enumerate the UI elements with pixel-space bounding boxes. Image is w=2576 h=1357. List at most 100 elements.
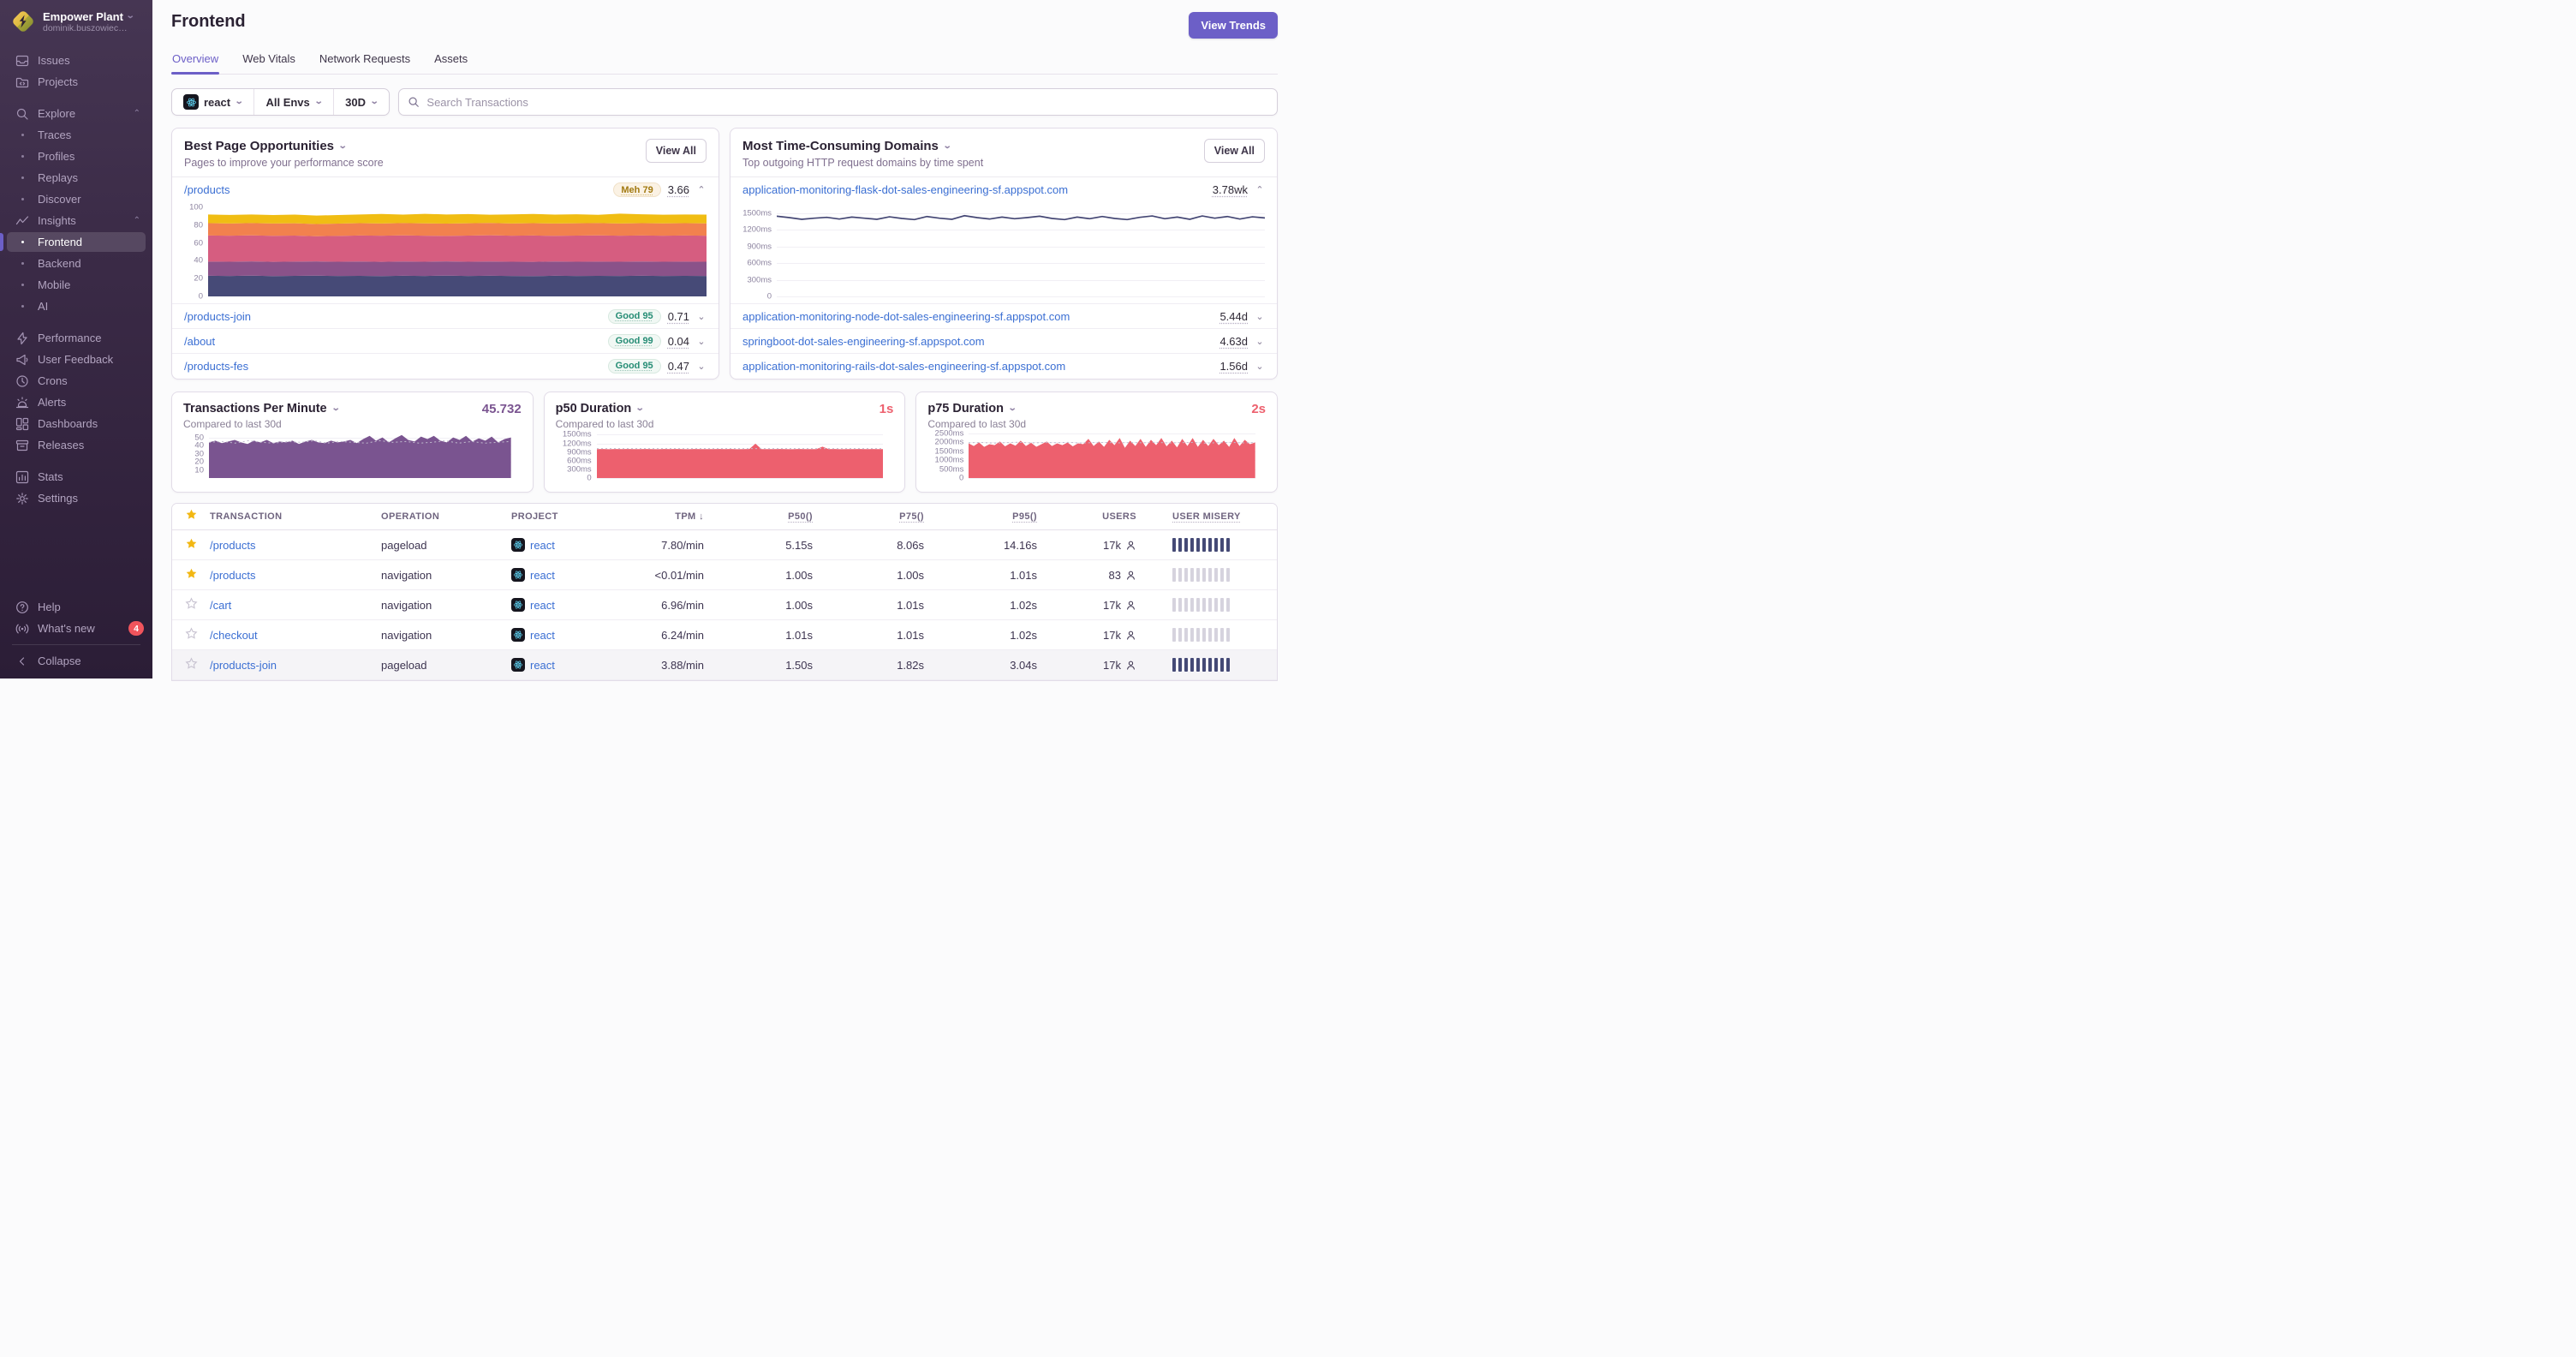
column-header-p50[interactable]: P50() bbox=[704, 511, 813, 522]
score-badge[interactable]: Good 95 bbox=[607, 358, 661, 374]
sidebar-item-projects[interactable]: Projects bbox=[0, 71, 152, 93]
sidebar-item-ai[interactable]: AI bbox=[0, 296, 152, 317]
search-input[interactable] bbox=[426, 95, 1268, 109]
column-header-p75[interactable]: P75() bbox=[813, 511, 924, 522]
panel-title[interactable]: Best Page Opportunities ⌄ bbox=[184, 139, 384, 153]
sidebar-item-traces[interactable]: Traces bbox=[0, 124, 152, 146]
date-range-filter[interactable]: 30D ⌄ bbox=[333, 89, 389, 115]
column-header-p95[interactable]: P95() bbox=[924, 511, 1037, 522]
panel-title[interactable]: Most Time-Consuming Domains ⌄ bbox=[742, 139, 983, 153]
time-spent-value[interactable]: 1.56d bbox=[1219, 360, 1248, 373]
page-link[interactable]: /products-join bbox=[184, 310, 251, 323]
tab-network-requests[interactable]: Network Requests bbox=[319, 52, 411, 74]
chevron-down-icon[interactable]: ⌄ bbox=[1255, 311, 1265, 322]
score-badge[interactable]: Good 99 bbox=[607, 333, 661, 349]
page-link[interactable]: /products bbox=[184, 183, 230, 196]
view-all-button[interactable]: View All bbox=[1203, 139, 1265, 163]
sidebar-item-what-s-new[interactable]: What's new 4 bbox=[0, 618, 152, 639]
sidebar: Empower Plant ⌄ dominik.buszowiec… Issue… bbox=[0, 0, 152, 678]
transaction-link[interactable]: /products-join bbox=[210, 659, 277, 672]
sidebar-item-releases[interactable]: Releases bbox=[0, 434, 152, 456]
project-link[interactable]: react bbox=[511, 538, 631, 552]
project-link[interactable]: react bbox=[511, 598, 631, 612]
chevron-down-icon[interactable]: ⌄ bbox=[1255, 361, 1265, 372]
score-badge[interactable]: Meh 79 bbox=[613, 182, 661, 197]
sidebar-item-backend[interactable]: Backend bbox=[0, 253, 152, 274]
sidebar-item-frontend[interactable]: Frontend bbox=[0, 231, 152, 253]
page-link[interactable]: /products-fes bbox=[184, 360, 248, 373]
time-spent-value[interactable]: 3.78wk bbox=[1213, 183, 1248, 196]
column-header-user-misery[interactable]: USER MISERY bbox=[1136, 511, 1277, 522]
metric-value: 2s bbox=[1251, 402, 1267, 416]
chevron-up-icon[interactable]: ⌃ bbox=[134, 216, 140, 225]
column-header-tpm[interactable]: TPM ↓ bbox=[631, 511, 704, 522]
sidebar-item-collapse[interactable]: Collapse bbox=[0, 650, 152, 672]
chevron-down-icon[interactable]: ⌄ bbox=[1255, 336, 1265, 347]
tab-web-vitals[interactable]: Web Vitals bbox=[242, 52, 296, 74]
chevron-down-icon[interactable]: ⌄ bbox=[696, 311, 707, 322]
bullet-icon bbox=[15, 241, 29, 243]
favorites-column-header[interactable] bbox=[172, 508, 210, 525]
star-filled-icon[interactable] bbox=[172, 537, 210, 553]
transaction-link[interactable]: /cart bbox=[210, 599, 231, 612]
opportunity-score[interactable]: 3.66 bbox=[668, 183, 689, 196]
opportunity-score[interactable]: 0.47 bbox=[668, 360, 689, 373]
domain-link[interactable]: application-monitoring-node-dot-sales-en… bbox=[742, 310, 1070, 323]
opportunity-score[interactable]: 0.04 bbox=[668, 335, 689, 348]
opportunity-score[interactable]: 0.71 bbox=[668, 310, 689, 323]
score-badge[interactable]: Good 95 bbox=[607, 308, 661, 324]
view-trends-button[interactable]: View Trends bbox=[1189, 12, 1278, 39]
column-header-operation[interactable]: OPERATION bbox=[381, 511, 511, 522]
domain-link[interactable]: application-monitoring-rails-dot-sales-e… bbox=[742, 360, 1065, 373]
panel-title[interactable]: p50 Duration ⌄ bbox=[556, 402, 645, 415]
sidebar-item-issues[interactable]: Issues bbox=[0, 50, 152, 71]
tab-overview[interactable]: Overview bbox=[171, 52, 220, 75]
transaction-link[interactable]: /products bbox=[210, 539, 255, 552]
column-header-transaction[interactable]: TRANSACTION bbox=[210, 511, 381, 522]
star-outline-icon[interactable] bbox=[172, 657, 210, 673]
domain-link[interactable]: application-monitoring-flask-dot-sales-e… bbox=[742, 183, 1068, 196]
panel-title[interactable]: Transactions Per Minute ⌄ bbox=[183, 402, 340, 415]
chevron-up-icon[interactable]: ⌃ bbox=[696, 184, 707, 195]
star-outline-icon[interactable] bbox=[172, 597, 210, 613]
sidebar-item-stats[interactable]: Stats bbox=[0, 466, 152, 487]
chevron-down-icon[interactable]: ⌄ bbox=[696, 336, 707, 347]
sidebar-item-performance[interactable]: Performance bbox=[0, 327, 152, 349]
sidebar-item-discover[interactable]: Discover bbox=[0, 188, 152, 210]
environment-filter[interactable]: All Envs ⌄ bbox=[253, 89, 333, 115]
star-outline-icon[interactable] bbox=[172, 627, 210, 643]
project-link[interactable]: react bbox=[511, 628, 631, 642]
sidebar-item-profiles[interactable]: Profiles bbox=[0, 146, 152, 167]
chevron-down-icon[interactable]: ⌄ bbox=[696, 361, 707, 372]
page-link[interactable]: /about bbox=[184, 335, 215, 348]
star-filled-icon[interactable] bbox=[172, 567, 210, 583]
sidebar-item-explore[interactable]: Explore ⌃ bbox=[0, 103, 152, 124]
transaction-link[interactable]: /checkout bbox=[210, 629, 258, 642]
chevron-up-icon[interactable]: ⌃ bbox=[134, 109, 140, 118]
sidebar-item-mobile[interactable]: Mobile bbox=[0, 274, 152, 296]
time-spent-value[interactable]: 4.63d bbox=[1219, 335, 1248, 348]
sidebar-item-insights[interactable]: Insights ⌃ bbox=[0, 210, 152, 231]
project-link[interactable]: react bbox=[511, 568, 631, 582]
column-header-users[interactable]: USERS bbox=[1037, 511, 1136, 522]
domains-chart: 1500ms 1200ms 900ms 600ms 300ms 0 bbox=[730, 202, 1277, 303]
org-switcher[interactable]: Empower Plant ⌄ dominik.buszowiec… bbox=[0, 0, 152, 41]
operation-cell: pageload bbox=[381, 538, 427, 552]
project-link[interactable]: react bbox=[511, 658, 631, 672]
sidebar-item-crons[interactable]: Crons bbox=[0, 370, 152, 392]
sidebar-item-help[interactable]: Help bbox=[0, 596, 152, 618]
time-spent-value[interactable]: 5.44d bbox=[1219, 310, 1248, 323]
sidebar-item-replays[interactable]: Replays bbox=[0, 167, 152, 188]
view-all-button[interactable]: View All bbox=[645, 139, 707, 163]
sidebar-item-dashboards[interactable]: Dashboards bbox=[0, 413, 152, 434]
tab-assets[interactable]: Assets bbox=[433, 52, 468, 74]
domain-link[interactable]: springboot-dot-sales-engineering-sf.apps… bbox=[742, 335, 985, 348]
column-header-project[interactable]: PROJECT bbox=[511, 511, 631, 522]
transaction-link[interactable]: /products bbox=[210, 569, 255, 582]
project-filter[interactable]: react ⌄ bbox=[172, 89, 253, 115]
chevron-up-icon[interactable]: ⌃ bbox=[1255, 184, 1265, 195]
sidebar-item-settings[interactable]: Settings bbox=[0, 487, 152, 509]
sidebar-item-user-feedback[interactable]: User Feedback bbox=[0, 349, 152, 370]
sidebar-item-alerts[interactable]: Alerts bbox=[0, 392, 152, 413]
panel-title[interactable]: p75 Duration ⌄ bbox=[927, 402, 1017, 415]
